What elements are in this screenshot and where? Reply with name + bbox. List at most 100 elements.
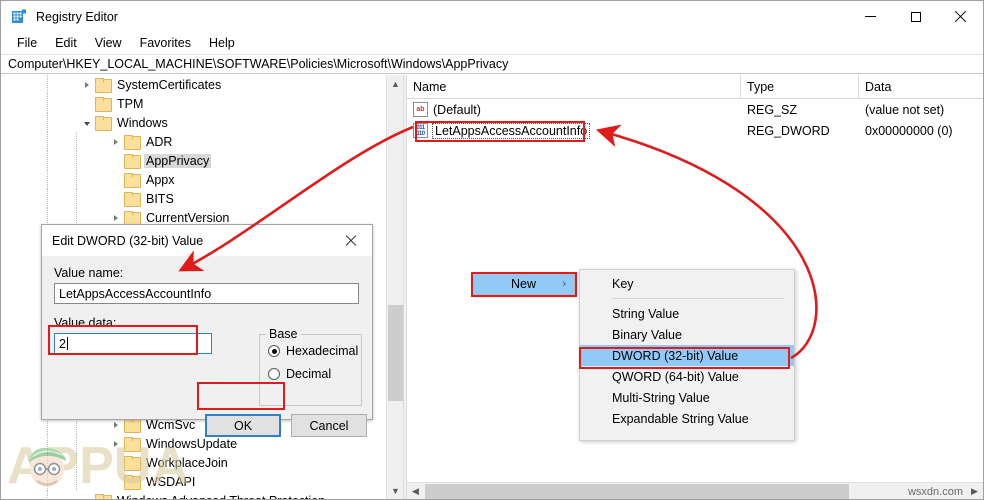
tree-guide-line [76,472,77,491]
tree-item-windows[interactable]: Windows [1,113,385,132]
tree-spacer-icon [108,170,124,189]
chevron-right-icon[interactable] [108,132,124,151]
context-menu-item-string-value[interactable]: String Value [580,303,794,324]
tree-indent [1,151,108,170]
menu-view[interactable]: View [86,34,131,52]
close-button[interactable] [938,1,983,32]
context-submenu-new[interactable]: Key String Value Binary Value DWORD (32-bit… [579,269,795,441]
tree-guide-line [47,170,48,189]
context-menu-item-binary-value[interactable]: Binary Value [580,324,794,345]
context-menu-item-dword-32-bit-value[interactable]: DWORD (32-bit) Value [580,345,794,366]
tree-spacer-icon [79,94,95,113]
radio-hexadecimal[interactable]: Hexadecimal [268,344,361,358]
window-title: Registry Editor [36,9,118,24]
folder-icon [124,135,141,150]
tree-vertical-scrollbar[interactable]: ▲ ▼ [386,75,403,499]
tree-item-label: Appx [146,172,175,187]
value-data-input[interactable]: 2 [54,333,212,354]
chevron-right-icon[interactable] [79,75,95,94]
tree-item-workplacejoin[interactable]: WorkplaceJoin [1,453,385,472]
list-horizontal-scrollbar[interactable]: ◀ ▶ wsxdn.com [407,482,983,499]
menu-file[interactable]: File [8,34,46,52]
tree-guide-line [76,453,77,472]
window-controls [848,1,983,32]
tree-item-label: BITS [146,191,174,206]
chevron-right-icon: › [562,278,566,290]
tree-guide-line [47,94,48,113]
address-bar[interactable]: Computer\HKEY_LOCAL_MACHINE\SOFTWARE\Pol… [1,54,983,74]
registry-value-row[interactable]: ab (Default) REG_SZ (value not set) [407,99,983,120]
menu-help[interactable]: Help [200,34,244,52]
scroll-up-icon[interactable]: ▲ [387,75,403,92]
tree-guide-line [47,113,48,132]
menu-bar: File Edit View Favorites Help [1,32,983,54]
value-name-input[interactable]: LetAppsAccessAccountInfo [54,283,359,304]
base-radio-group: Base Hexadecimal Decimal [259,327,362,406]
folder-icon [95,97,112,112]
cell-name: 011 110 LetAppsAccessAccountInfo [407,120,741,141]
tree-guide-line [76,189,77,208]
folder-icon [124,154,141,169]
tree-item-label: TPM [117,96,144,111]
scroll-right-icon[interactable]: ▶ [966,483,983,499]
registry-values-list[interactable]: ab (Default) REG_SZ (value not set) 011 110 Le… [407,99,983,141]
tree-item-adr[interactable]: ADR [1,132,385,151]
tree-item-label: AppPrivacy [144,153,212,168]
tree-guide-line [47,151,48,170]
scroll-left-icon[interactable]: ◀ [407,483,424,499]
context-menu-item-qword-64-bit-value[interactable]: QWORD (64-bit) Value [580,366,794,387]
minimize-button[interactable] [848,1,893,32]
cell-type: REG_SZ [747,102,798,117]
value-name-text: LetAppsAccessAccountInfo [59,286,212,301]
tree-indent [1,170,108,189]
tree-spacer-icon [108,472,124,491]
cell-data: (value not set) [865,102,945,117]
value-name: LetAppsAccessAccountInfo [431,122,591,139]
tree-item-label: WindowsUpdate [146,436,238,451]
context-menu-item-multi-string-value[interactable]: Multi-String Value [580,387,794,408]
column-header-name[interactable]: Name [407,74,741,99]
cell-type: REG_DWORD [747,123,830,138]
cancel-button[interactable]: Cancel [291,414,367,437]
tree-item-bits[interactable]: BITS [1,189,385,208]
tree-item-windows-advanced-threat-protection[interactable]: Windows Advanced Threat Protection [1,491,385,499]
scroll-down-icon[interactable]: ▼ [387,482,403,499]
tree-item-systemcertificates[interactable]: SystemCertificates [1,75,385,94]
context-menu-item-key[interactable]: Key [580,273,794,294]
tree-scroll-thumb[interactable] [388,305,403,401]
tree-indent [1,491,79,499]
tree-guide-line [47,75,48,94]
folder-icon [95,78,112,93]
chevron-down-icon[interactable] [79,113,95,132]
chevron-right-icon[interactable] [108,434,124,453]
folder-icon [95,116,112,131]
menu-edit[interactable]: Edit [46,34,86,52]
folder-icon [124,456,141,471]
maximize-button[interactable] [893,1,938,32]
tree-item-tpm[interactable]: TPM [1,94,385,113]
tree-spacer-icon [108,189,124,208]
value-name: (Default) [433,102,481,117]
registry-value-row[interactable]: 011 110 LetAppsAccessAccountInfo REG_DWORD 0… [407,120,983,141]
ok-button[interactable]: OK [205,414,281,437]
dialog-close-button[interactable] [330,225,372,256]
tree-indent [1,132,108,151]
radio-decimal[interactable]: Decimal [268,367,361,381]
context-menu-new-item[interactable]: New › [472,273,575,295]
value-data-text: 2 [59,336,66,351]
registry-editor-icon [11,9,27,25]
menu-favorites[interactable]: Favorites [131,34,200,52]
tree-indent [1,472,108,491]
tree-item-appx[interactable]: Appx [1,170,385,189]
base-legend: Base [266,327,301,341]
tree-guide-line [76,151,77,170]
tree-item-appprivacy[interactable]: AppPrivacy [1,151,385,170]
context-menu-item-expandable-string-value[interactable]: Expandable String Value [580,408,794,429]
column-header-data[interactable]: Data [859,75,983,99]
tree-guide-line [47,189,48,208]
list-scroll-thumb[interactable] [425,484,849,499]
column-header-type[interactable]: Type [741,74,859,99]
tree-item-wsdapi[interactable]: WSDAPI [1,472,385,491]
site-watermark: wsxdn.com [907,486,963,498]
folder-icon [124,173,141,188]
